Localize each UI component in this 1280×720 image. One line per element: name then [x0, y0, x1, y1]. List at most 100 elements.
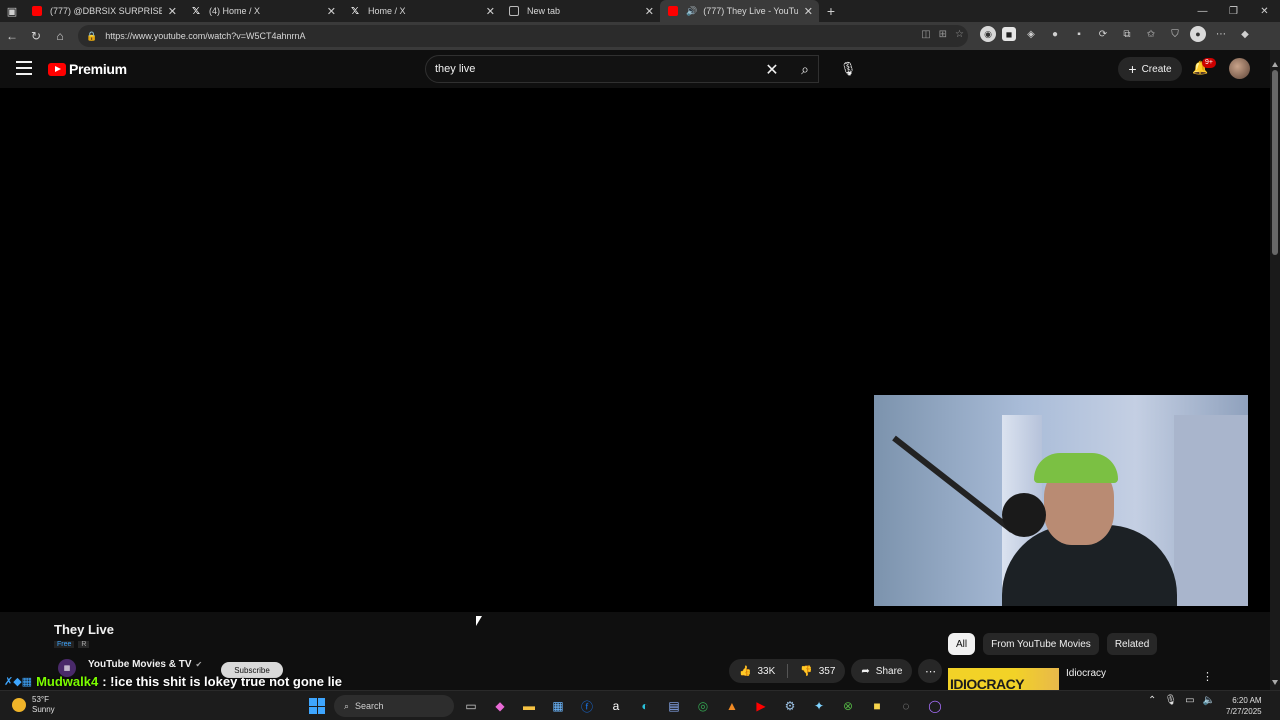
share-button[interactable]: ➦ Share — [851, 659, 913, 683]
profile-icon[interactable]: ● — [1190, 26, 1206, 42]
minimize-icon[interactable]: — — [1187, 0, 1218, 22]
translate-icon[interactable]: ◫ — [921, 29, 930, 40]
obs-icon[interactable]: ◯ — [923, 694, 947, 718]
browser-tab-3[interactable]: 𝕏 Home / X ✕ — [342, 0, 501, 22]
account-avatar[interactable] — [1229, 58, 1250, 79]
extension-icon[interactable]: ▪ — [1070, 25, 1088, 43]
channel-name[interactable]: YouTube Movies & TV ✔ — [88, 659, 202, 670]
favorite-star-icon[interactable]: ☆ — [955, 29, 964, 40]
home-icon[interactable]: ⌂ — [48, 24, 72, 48]
more-actions-icon[interactable]: ⋯ — [918, 659, 943, 683]
extension-icon[interactable]: ◈ — [1022, 25, 1040, 43]
steam-icon[interactable]: ⚙ — [778, 694, 802, 718]
volume-icon[interactable]: 🔈 — [1203, 695, 1215, 706]
browser-tab-4[interactable]: New tab ✕ — [501, 0, 660, 22]
edge-icon[interactable]: ◐ — [633, 694, 657, 718]
chip-all[interactable]: All — [948, 633, 976, 655]
split-screen-icon[interactable]: ⧉ — [1118, 25, 1136, 43]
close-icon[interactable]: ✕ — [486, 5, 495, 18]
display-icon[interactable]: ▭ — [1185, 695, 1194, 706]
address-bar-icons: ◫ ⊞ ☆ — [921, 29, 964, 40]
clock[interactable]: 6:20 AM 7/27/2025 — [1226, 695, 1262, 717]
weather-widget[interactable]: 53°F Sunny — [12, 695, 55, 715]
microphone-icon[interactable]: 🎙 — [835, 56, 861, 82]
recommendation-item[interactable]: IDIOCRACY Idiocracy ⋮ — [948, 668, 1260, 690]
back-icon[interactable]: ← — [0, 24, 24, 48]
page-scrollbar[interactable] — [1270, 50, 1280, 690]
scroll-down-icon[interactable] — [1272, 680, 1278, 685]
close-icon[interactable]: ✕ — [168, 5, 177, 18]
app-icon[interactable]: ✦ — [807, 694, 831, 718]
extension-icon[interactable]: ◉ — [980, 26, 996, 42]
task-view-icon[interactable]: ▭ — [459, 694, 483, 718]
share-icon: ➦ — [861, 665, 870, 677]
close-icon[interactable]: ✕ — [327, 5, 336, 18]
hamburger-menu-icon[interactable] — [16, 61, 32, 75]
facebook-icon[interactable]: ⓕ — [575, 694, 599, 718]
x-icon: 𝕏 — [350, 5, 360, 17]
extensions-puzzle-icon[interactable]: ⟳ — [1094, 25, 1112, 43]
scroll-up-icon[interactable] — [1272, 62, 1278, 67]
xbox-icon[interactable]: ⊗ — [836, 694, 860, 718]
app-icon[interactable]: ◌ — [894, 694, 918, 718]
chip-related[interactable]: Related — [1106, 633, 1158, 655]
windows-taskbar: 53°F Sunny ⌕ Search ▭ ◆ ▬ ▦ ⓕ a ◐ ▤ ◎ ▲ … — [0, 690, 1280, 720]
browser-tab-1[interactable]: (777) @DBRSIX SURPRISES Mura ✕ — [24, 0, 183, 22]
speaker-icon[interactable]: 🔊 — [686, 6, 697, 17]
youtube-play-icon — [48, 62, 66, 76]
mouse-cursor — [476, 616, 482, 626]
chrome-icon[interactable]: ◎ — [691, 694, 715, 718]
lock-icon[interactable]: 🔒 — [86, 31, 97, 42]
youtube-premium-logo[interactable]: Premium — [48, 61, 127, 77]
favorites-icon[interactable]: ✩ — [1142, 25, 1160, 43]
new-tab-button[interactable]: + — [819, 3, 843, 19]
copilot-icon[interactable]: ◆ — [1236, 25, 1254, 43]
webcam-microphone — [1002, 493, 1046, 537]
store-icon[interactable]: ▦ — [546, 694, 570, 718]
copilot-icon[interactable]: ◆ — [488, 694, 512, 718]
system-tray: ⌃ 🎙 ▭ 🔈 — [1148, 695, 1215, 706]
recommendation-title[interactable]: Idiocracy — [1066, 668, 1106, 679]
shield-icon[interactable]: ⛉ — [1166, 25, 1184, 43]
refresh-icon[interactable]: ↻ — [24, 24, 48, 48]
rating-badge: R — [78, 641, 90, 648]
browser-tab-5[interactable]: 🔊 (777) They Live - YouTube ✕ — [660, 0, 819, 22]
extension-icon[interactable]: ◼ — [1002, 27, 1016, 41]
search-icon[interactable]: ⌕ — [790, 56, 820, 82]
close-icon[interactable]: ✕ — [804, 5, 813, 18]
windows-start-icon[interactable] — [305, 694, 329, 718]
file-explorer-icon[interactable]: ▬ — [517, 694, 541, 718]
tab-actions-icon[interactable]: ▣ — [0, 0, 24, 22]
extension-icon[interactable]: ● — [1046, 25, 1064, 43]
recommendation-thumbnail[interactable]: IDIOCRACY — [948, 668, 1059, 690]
taskbar-search[interactable]: ⌕ Search — [334, 695, 454, 717]
clear-search-icon[interactable]: ✕ — [762, 60, 782, 80]
close-window-icon[interactable]: ✕ — [1249, 0, 1280, 22]
tab-title: New tab — [527, 6, 561, 16]
chat-username: Mudwalk4 — [36, 673, 99, 689]
apps-icon[interactable]: ⊞ — [939, 29, 947, 40]
vlc-icon[interactable]: ▲ — [720, 694, 744, 718]
chevron-up-icon[interactable]: ⌃ — [1148, 695, 1156, 706]
webcam-overlay — [874, 395, 1248, 606]
restore-icon[interactable]: ❐ — [1218, 0, 1249, 22]
dislike-count[interactable]: 357 — [819, 666, 836, 677]
chip-from-youtube-movies[interactable]: From YouTube Movies — [983, 633, 1099, 655]
like-count[interactable]: 33K — [757, 666, 775, 677]
close-icon[interactable]: ✕ — [645, 5, 654, 18]
scrollbar-thumb[interactable] — [1272, 70, 1278, 255]
create-button[interactable]: + Create — [1118, 57, 1182, 81]
browser-tab-2[interactable]: 𝕏 (4) Home / X ✕ — [183, 0, 342, 22]
microphone-icon[interactable]: 🎙 — [1164, 695, 1177, 706]
search-input[interactable] — [426, 63, 746, 75]
youtube-app-icon[interactable]: ▶ — [749, 694, 773, 718]
amazon-icon[interactable]: a — [604, 694, 628, 718]
more-vert-icon[interactable]: ⋮ — [1202, 670, 1213, 683]
more-menu-icon[interactable]: ⋯ — [1212, 25, 1230, 43]
x-icon: 𝕏 — [191, 5, 201, 17]
sticky-notes-icon[interactable]: ■ — [865, 694, 889, 718]
address-bar[interactable]: 🔒 https://www.youtube.com/watch?v=W5CT4a… — [78, 25, 968, 47]
like-icon[interactable]: 👍 — [739, 666, 751, 677]
dislike-icon[interactable]: 👎 — [800, 666, 812, 677]
calculator-icon[interactable]: ▤ — [662, 694, 686, 718]
